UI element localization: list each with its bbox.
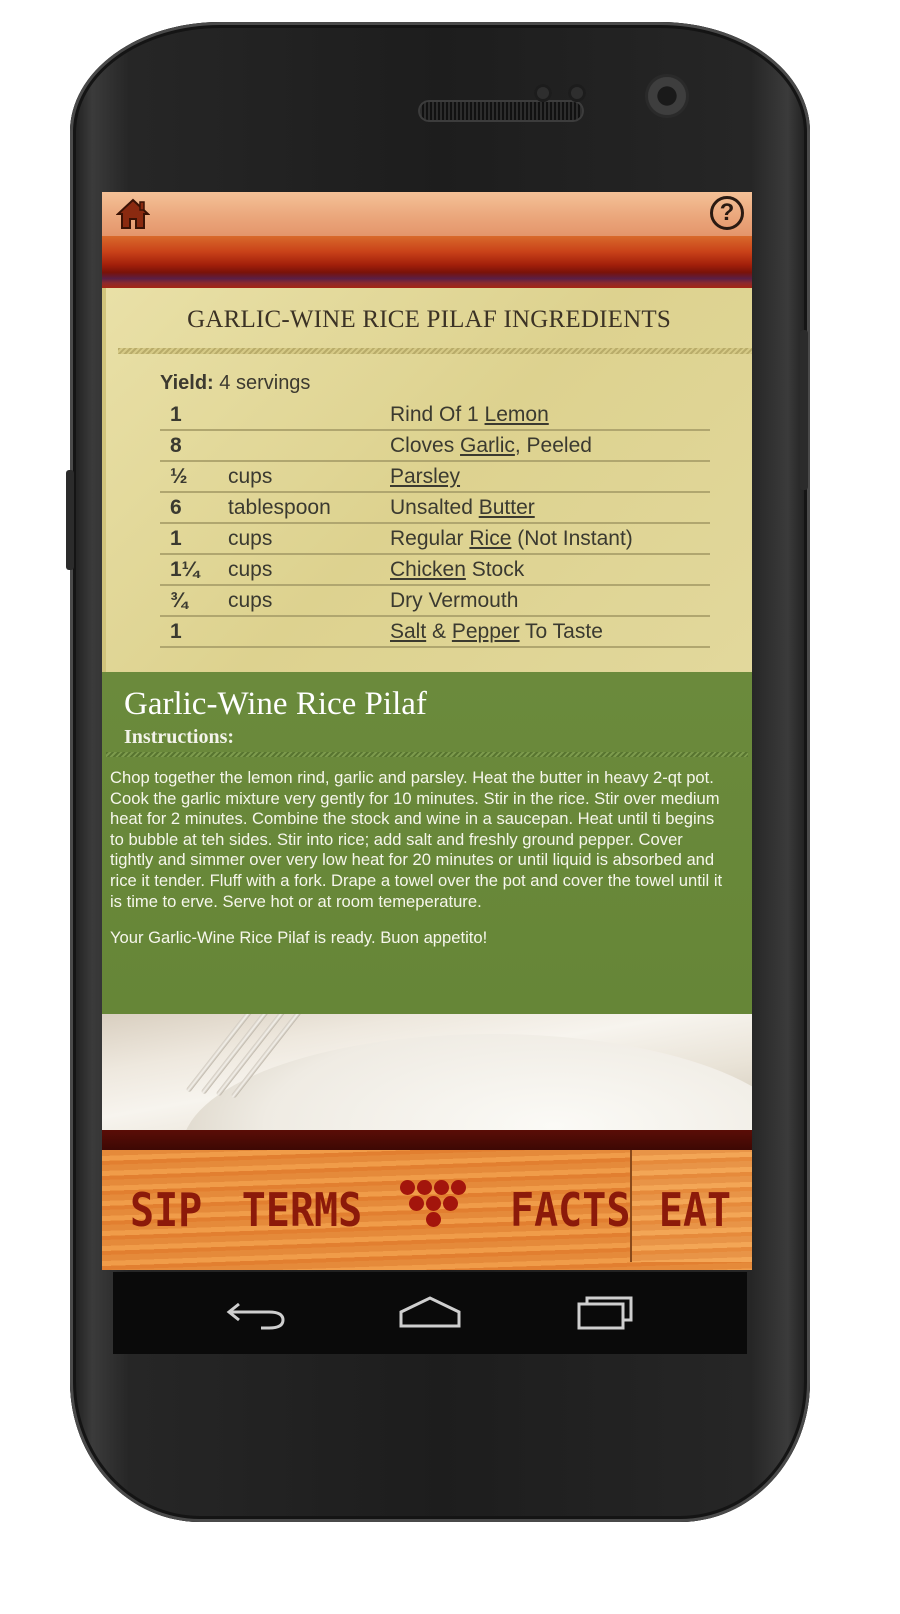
ingredient-unit: tablespoon — [228, 492, 390, 524]
ingredient-row: ½ cups Parsley — [160, 461, 710, 493]
ingredient-link[interactable]: Pepper — [452, 620, 520, 643]
ingredient-name: Cloves Garlic, Peeled — [390, 430, 710, 462]
recent-apps-icon[interactable] — [571, 1290, 641, 1336]
grape — [400, 1180, 415, 1195]
ingredient-text: To Taste — [519, 619, 603, 643]
proximity-sensor — [534, 84, 552, 102]
grape — [426, 1196, 441, 1211]
ingredient-name: Chicken Stock — [390, 554, 710, 586]
ingredient-name: Dry Vermouth — [390, 585, 710, 617]
grape — [409, 1196, 424, 1211]
ingredient-row: 1 Rind Of 1 Lemon — [160, 400, 710, 431]
home-icon[interactable] — [116, 198, 150, 230]
ingredient-unit — [228, 430, 390, 462]
ingredient-text: Stock — [465, 557, 525, 581]
closing-paragraph: Your Garlic-Wine Rice Pilaf is ready. Bu… — [110, 928, 488, 948]
ingredient-unit: cups — [228, 585, 390, 617]
front-camera — [645, 74, 689, 118]
ingredient-row: 1 Salt & Pepper To Taste — [160, 616, 710, 648]
ingredient-unit — [228, 616, 390, 648]
tab-sip[interactable]: SIP — [130, 1171, 202, 1252]
ingredient-text: Dry Vermouth — [390, 588, 519, 612]
ingredient-row: 1¼ cups Chicken Stock — [160, 554, 710, 586]
ingredient-qty: 1 — [160, 400, 228, 431]
ingredient-name: Parsley — [390, 461, 710, 493]
recipe-title: Garlic-Wine Rice Pilaf — [124, 686, 427, 722]
ingredient-unit: cups — [228, 461, 390, 493]
grape — [417, 1180, 432, 1195]
ingredient-link[interactable]: Lemon — [485, 403, 549, 426]
back-icon[interactable] — [221, 1290, 291, 1336]
ingredient-qty: 1 — [160, 523, 228, 555]
light-sensor — [568, 84, 586, 102]
ingredient-qty: 8 — [160, 430, 228, 462]
yield-label: Yield: — [160, 372, 214, 394]
ingredients-panel: GARLIC-WINE RICE PILAF INGREDIENTS Yield… — [102, 288, 752, 672]
earpiece-speaker — [418, 100, 584, 122]
ingredient-text: Rind Of 1 — [390, 402, 485, 426]
ingredient-text: (Not Instant) — [511, 526, 633, 550]
system-nav-bar — [113, 1272, 747, 1354]
app-screen: ? GARLIC-WINE RICE PILAF INGREDIENTS Yie… — [102, 192, 752, 1270]
instructions-panel: Garlic-Wine Rice Pilaf Instructions: Cho… — [102, 672, 752, 1014]
ingredient-unit: cups — [228, 554, 390, 586]
ingredient-unit: cups — [228, 523, 390, 555]
ingredient-text: , Peeled — [514, 433, 592, 457]
ingredient-row: 1 cups Regular Rice (Not Instant) — [160, 523, 710, 555]
volume-button — [800, 330, 808, 490]
ingredient-unit — [228, 400, 390, 431]
yield-value: 4 servings — [219, 372, 311, 394]
ingredient-link[interactable]: Chicken — [390, 558, 466, 581]
dish-photo — [102, 1014, 752, 1130]
grape — [426, 1212, 441, 1227]
tab-terms[interactable]: TERMS — [232, 1171, 372, 1252]
ingredient-link[interactable]: Garlic — [460, 434, 515, 457]
help-icon[interactable]: ? — [710, 196, 744, 230]
grape — [443, 1196, 458, 1211]
divider — [106, 752, 748, 757]
ingredient-qty: ½ — [160, 461, 228, 493]
ingredient-name: Rind Of 1 Lemon — [390, 400, 710, 431]
ingredient-name: Unsalted Butter — [390, 492, 710, 524]
top-bar: ? — [102, 192, 752, 236]
ingredient-row: 6 tablespoon Unsalted Butter — [160, 492, 710, 524]
ingredients-title: GARLIC-WINE RICE PILAF INGREDIENTS — [187, 306, 671, 333]
ingredient-text: Unsalted — [390, 495, 479, 519]
divider — [118, 348, 752, 354]
ingredient-qty: 6 — [160, 492, 228, 524]
ingredient-text: & — [426, 619, 452, 643]
instructions-text: Chop together the lemon rind, garlic and… — [110, 768, 730, 965]
grape — [451, 1180, 466, 1195]
ingredients-table: 1 Rind Of 1 Lemon 8 Cloves Garlic, Peeled ½ c… — [160, 400, 710, 648]
ingredient-qty: ¾ — [160, 585, 228, 617]
grapes-icon[interactable] — [398, 1180, 468, 1240]
tab-facts[interactable]: FACTS — [510, 1171, 630, 1252]
instructions-paragraph: Chop together the lemon rind, garlic and… — [110, 768, 723, 911]
yield: Yield: 4 servings — [160, 372, 310, 395]
ingredient-text: Regular — [390, 526, 470, 550]
grape — [434, 1180, 449, 1195]
home-outline-icon[interactable] — [395, 1290, 465, 1336]
header-banner — [102, 236, 752, 288]
ingredient-row: 8 Cloves Garlic, Peeled — [160, 430, 710, 462]
ingredient-qty: 1 — [160, 616, 228, 648]
tab-eat[interactable]: EAT — [650, 1171, 740, 1252]
bottom-tab-bar: SIP TERMS FACTS EAT — [102, 1150, 752, 1270]
ingredient-row: ¾ cups Dry Vermouth — [160, 585, 710, 617]
instructions-heading: Instructions: — [124, 726, 235, 748]
ingredient-name: Regular Rice (Not Instant) — [390, 523, 710, 555]
ingredient-text: Cloves — [390, 433, 461, 457]
ingredient-name: Salt & Pepper To Taste — [390, 616, 710, 648]
power-button — [66, 470, 74, 570]
divider-band — [102, 1130, 752, 1150]
ingredient-link[interactable]: Parsley — [390, 465, 460, 488]
ingredient-link[interactable]: Rice — [469, 527, 511, 550]
ingredient-link[interactable]: Butter — [479, 496, 535, 519]
ingredient-qty: 1¼ — [160, 554, 228, 586]
ingredient-link[interactable]: Salt — [390, 620, 426, 643]
